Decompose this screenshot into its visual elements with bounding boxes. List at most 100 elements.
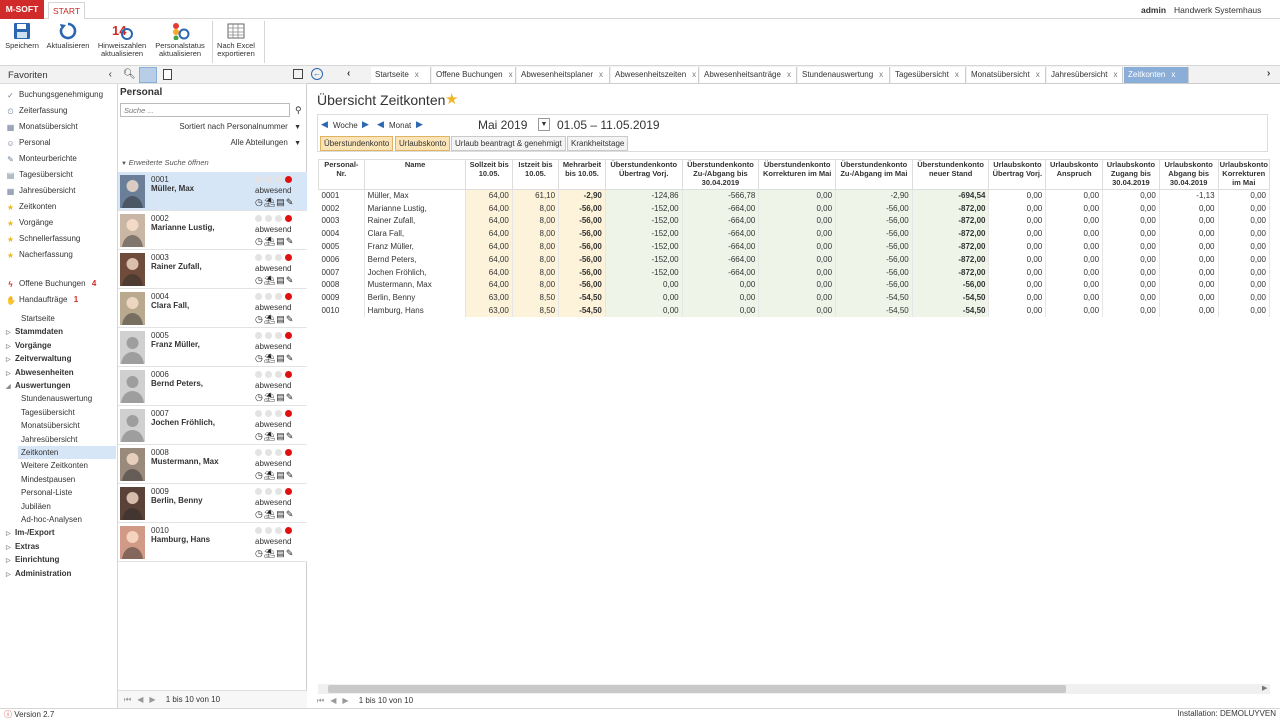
ribbon-tab-start[interactable]: START [48, 2, 85, 19]
pager-first-icon[interactable]: ⏮ [317, 696, 324, 705]
personnel-row[interactable]: 0007 Jochen Fröhlich, abwesend ◷⛱▤✎ [118, 406, 307, 445]
edit-icon[interactable]: ✎ [286, 470, 295, 480]
tab-stundenauswertung[interactable]: Stundenauswertung x [798, 67, 890, 83]
column-header[interactable]: Istzeit bis 10.05. [511, 159, 560, 190]
column-header[interactable]: Überstundenkonto Übertrag Vorj. [604, 159, 683, 190]
tree-item[interactable]: Ad-hoc-Analysen [18, 513, 116, 526]
close-icon[interactable]: x [1113, 70, 1117, 79]
vacation-icon[interactable]: ⛱ [264, 275, 276, 285]
favorites-header[interactable]: Favoriten ‹ [0, 66, 118, 84]
column-header[interactable]: Überstundenkonto Zu-/Abgang im Mai [835, 159, 913, 190]
clock-icon[interactable]: ◷ [255, 431, 264, 441]
favorite-item[interactable]: ✓ Buchungsgenehmigung [6, 88, 103, 102]
open-bookings-link[interactable]: ϟ Offene Buchungen 4 [6, 277, 96, 291]
tree-item[interactable]: Jubiläen [18, 500, 116, 513]
tree-item[interactable]: Startseite [18, 312, 116, 325]
calendar-icon[interactable]: ▤ [276, 314, 286, 324]
table-row[interactable]: 0009 Berlin, Benny 63,00 8,50 -54,50 0,00 0,00… [318, 291, 1271, 305]
hand-orders-link[interactable]: ✋ Handaufträge 1 [6, 293, 78, 307]
tree-item[interactable]: ▷ Vorgänge [6, 339, 116, 352]
tree-item[interactable]: ▷ Einrichtung [6, 553, 116, 566]
column-header[interactable]: Urlaubskonto Abgang bis 30.04.2019 [1158, 159, 1219, 190]
edit-icon[interactable]: ✎ [286, 392, 295, 402]
personnel-status-refresh-button[interactable]: Personalstatus aktualisieren [152, 22, 208, 58]
tree-item[interactable]: Stundenauswertung [18, 392, 116, 405]
tab-abwesenheitsplaner[interactable]: Abwesenheitsplaner x [517, 67, 610, 83]
table-row[interactable]: 0010 Hamburg, Hans 63,00 8,50 -54,50 0,00 0,00… [318, 304, 1271, 318]
column-header[interactable]: Urlaubskonto Anspruch [1045, 159, 1104, 190]
hint-numbers-refresh-button[interactable]: 14 Hinweiszahlen aktualisieren [96, 22, 148, 58]
table-row[interactable]: 0008 Mustermann, Max 64,00 8,00 -56,00 0,00 0,… [318, 279, 1271, 292]
expanded-icon[interactable]: ◢ [6, 381, 15, 394]
clock-icon[interactable]: ◷ [255, 197, 264, 207]
calendar-icon[interactable]: ▤ [276, 509, 286, 519]
column-header[interactable]: Urlaubskonto Übertrag Vorj. [988, 159, 1047, 190]
tab-abwesenheitsanträge[interactable]: Abwesenheitsanträge x [700, 67, 797, 83]
edit-icon[interactable]: ✎ [286, 314, 295, 324]
close-icon[interactable]: x [415, 70, 419, 79]
table-row[interactable]: 0002 Marianne Lustig, 64,00 8,00 -56,00 -152,… [318, 202, 1271, 216]
vacation-icon[interactable]: ⛱ [264, 392, 276, 402]
star-favorite-icon[interactable]: ★ [445, 90, 458, 108]
edit-icon[interactable]: ✎ [286, 197, 295, 207]
column-header[interactable]: Sollzeit bis 10.05. [465, 159, 513, 190]
favorite-item[interactable]: ☺ Personal [6, 136, 50, 150]
tree-item[interactable]: Zeitkonten [18, 446, 116, 459]
close-icon[interactable]: x [879, 70, 883, 79]
table-row[interactable]: 0003 Rainer Zufall, 64,00 8,00 -56,00 -152,00… [318, 215, 1271, 228]
pager-prev-icon[interactable]: ◀ [137, 695, 143, 704]
search-icon[interactable]: 🔍︎ [123, 69, 136, 80]
vacation-icon[interactable]: ⛱ [264, 470, 276, 480]
calendar-icon[interactable]: ▤ [276, 353, 286, 363]
clock-icon[interactable]: ◷ [255, 548, 264, 558]
personnel-row[interactable]: 0005 Franz Müller, abwesend ◷⛱▤✎ [118, 328, 307, 367]
table-row[interactable]: 0007 Jochen Fröhlich, 64,00 8,00 -56,00 -152,… [318, 266, 1271, 280]
close-icon[interactable]: x [1036, 70, 1040, 79]
pager-prev-icon[interactable]: ◀ [330, 696, 336, 705]
tree-item[interactable]: ▷ Im-/Export [6, 526, 116, 539]
tree-item[interactable]: ▷ Stammdaten [6, 325, 116, 338]
collapsed-icon[interactable]: ▷ [6, 569, 15, 582]
clock-icon[interactable]: ◷ [255, 353, 264, 363]
vacation-icon[interactable]: ⛱ [264, 509, 276, 519]
save-button[interactable]: Speichern [4, 22, 40, 50]
calendar-icon[interactable]: ▤ [276, 548, 286, 558]
tree-item[interactable]: ◢ Auswertungen [6, 379, 116, 392]
refresh-button[interactable]: Aktualisieren [44, 22, 92, 50]
favorite-item[interactable]: ✎ Monteurberichte [6, 152, 77, 166]
scrollbar-thumb[interactable] [328, 685, 1066, 693]
tree-item[interactable]: ▷ Extras [6, 540, 116, 553]
column-header[interactable]: Mehrarbeit bis 10.05. [558, 159, 606, 190]
period-dropdown-icon[interactable]: ▼ [538, 118, 550, 131]
popout-icon[interactable] [293, 69, 303, 79]
vacation-icon[interactable]: ⛱ [264, 431, 276, 441]
close-icon[interactable]: x [787, 70, 791, 79]
column-header[interactable]: Personal-Nr. [318, 159, 365, 190]
favorite-item[interactable]: ★ Vorgänge [6, 216, 53, 230]
tree-item[interactable]: ▷ Zeitverwaltung [6, 352, 116, 365]
tree-item[interactable]: Monatsübersicht [18, 419, 116, 432]
department-dropdown[interactable]: Alle Abteilungen ▼ [230, 138, 301, 147]
tree-item[interactable]: Jahresübersicht [18, 433, 116, 446]
tab-offene-buchungen[interactable]: Offene Buchungen x [432, 67, 516, 83]
tree-item[interactable]: Weitere Zeitkonten [18, 459, 116, 472]
filter-vacation-button[interactable]: Urlaubskonto [395, 136, 451, 151]
vacation-icon[interactable]: ⛱ [264, 548, 276, 558]
close-icon[interactable]: x [509, 70, 513, 79]
personnel-row[interactable]: 0009 Berlin, Benny abwesend ◷⛱▤✎ [118, 484, 307, 523]
edit-icon[interactable]: ✎ [286, 236, 295, 246]
calendar-icon[interactable]: ▤ [276, 431, 286, 441]
column-header[interactable]: Urlaubskonto Zugang bis 30.04.2019 [1102, 159, 1160, 190]
calendar-icon[interactable]: ▤ [276, 197, 286, 207]
personnel-row[interactable]: 0003 Rainer Zufall, abwesend ◷⛱▤✎ [118, 250, 307, 289]
favorite-item[interactable]: ★ Zeitkonten [6, 200, 56, 214]
personnel-row[interactable]: 0008 Mustermann, Max abwesend ◷⛱▤✎ [118, 445, 307, 484]
pager-next-icon[interactable]: ▶ [342, 696, 348, 705]
personnel-search-input[interactable] [120, 103, 290, 117]
tab-monatsübersicht[interactable]: Monatsübersicht x [967, 67, 1046, 83]
sort-dropdown[interactable]: Sortiert nach Personalnummer ▼ [179, 122, 301, 131]
personnel-row[interactable]: 0002 Marianne Lustig, abwesend ◷⛱▤✎ [118, 211, 307, 250]
filter-sick-days-button[interactable]: Krankheitstage [567, 136, 629, 151]
edit-icon[interactable]: ✎ [286, 275, 295, 285]
period-select-value[interactable]: Mai 2019 [478, 118, 527, 132]
